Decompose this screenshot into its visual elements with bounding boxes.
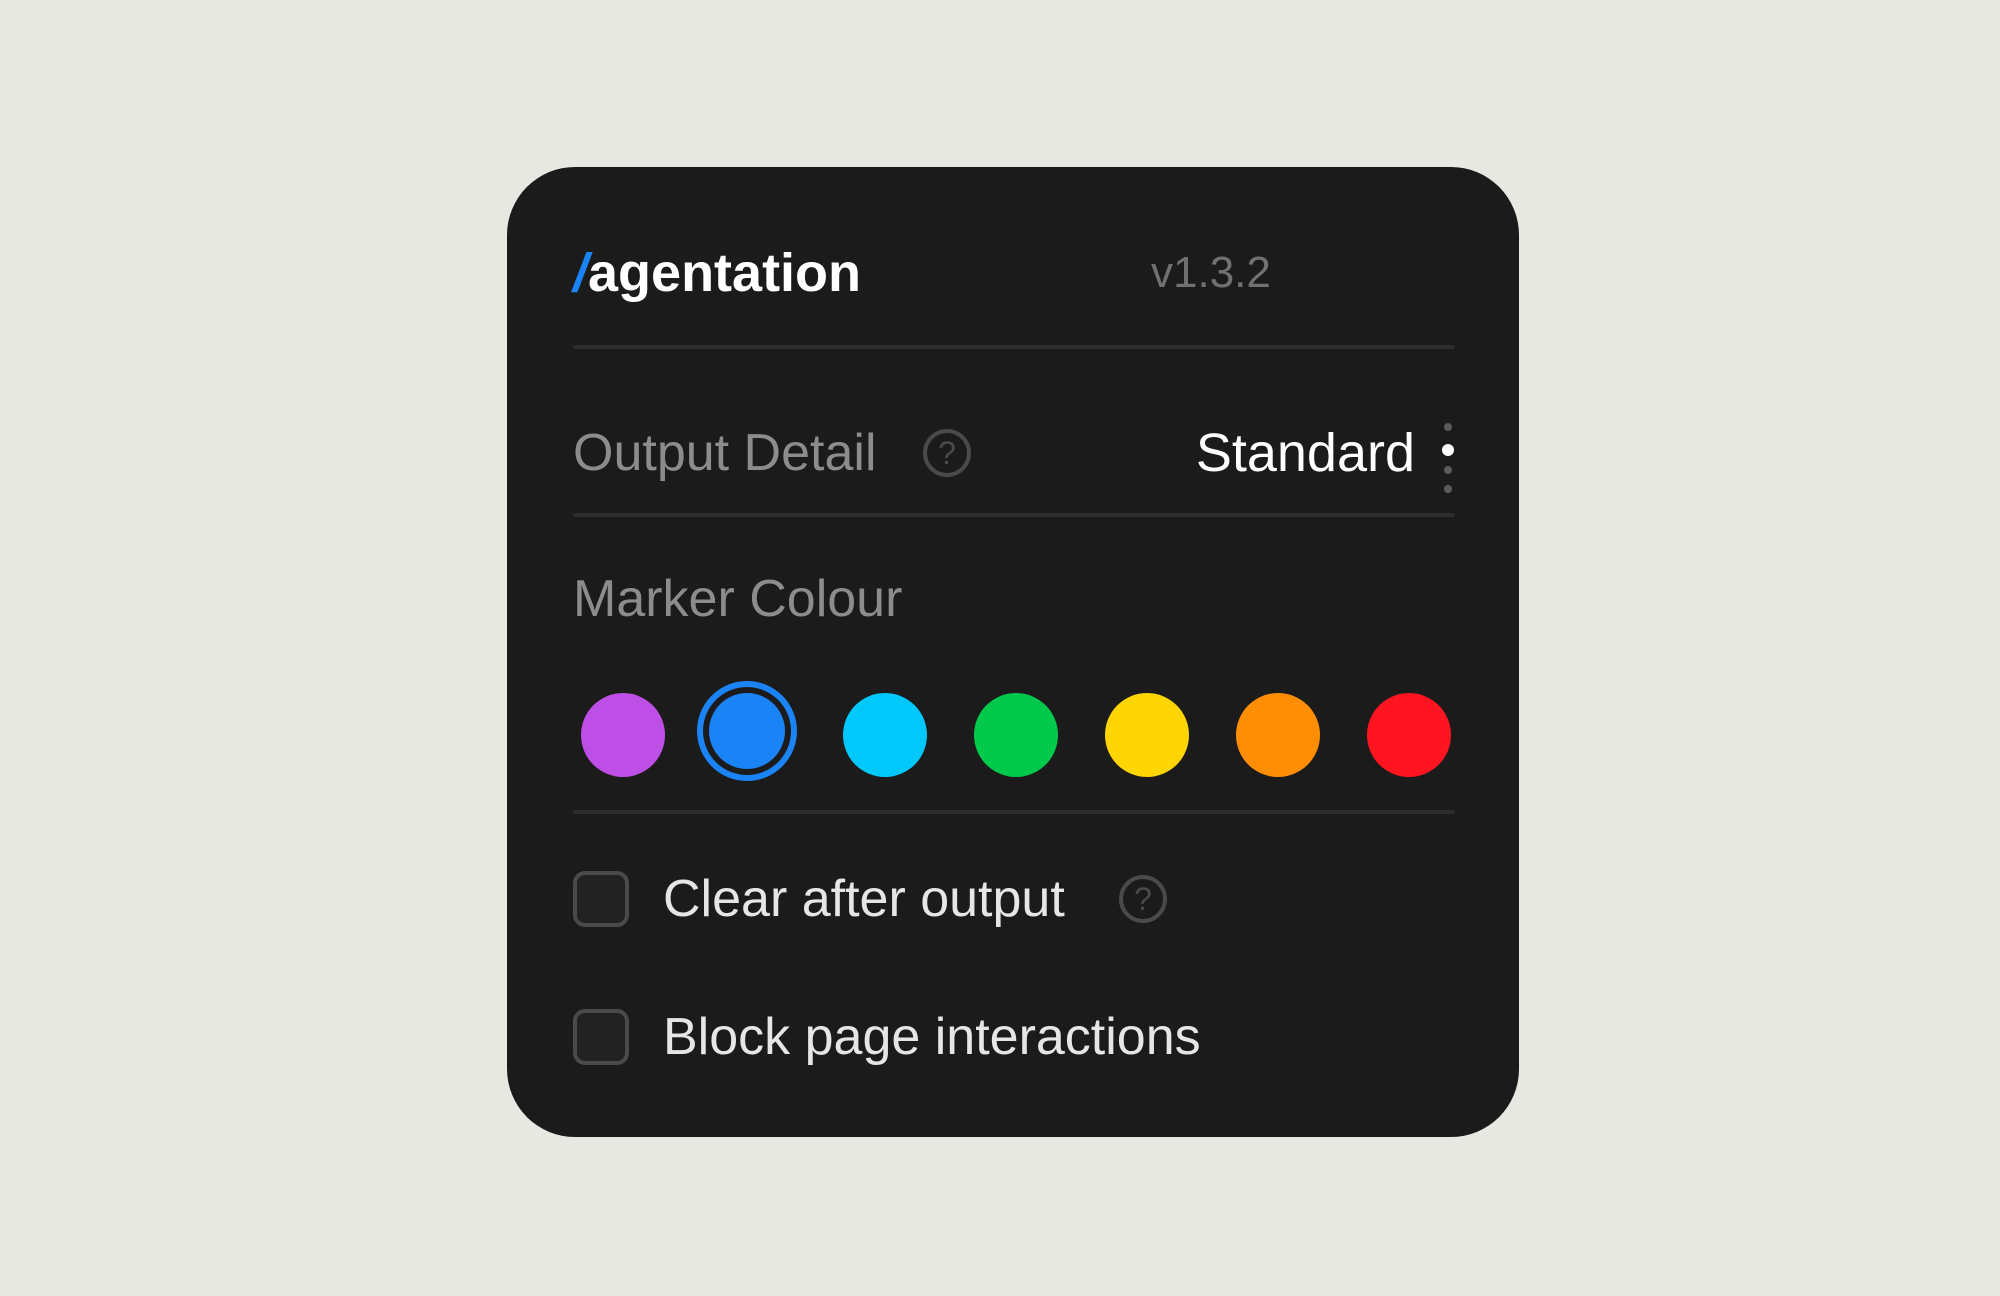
brand-logo: /agentation xyxy=(573,233,861,313)
block-page-interactions-row[interactable]: Block page interactions xyxy=(573,997,1455,1077)
divider xyxy=(573,810,1455,814)
marker-colour-label: Marker Colour xyxy=(573,570,903,628)
swatch-blue[interactable] xyxy=(697,681,797,781)
clear-after-output-checkbox[interactable] xyxy=(573,871,629,927)
swatch-yellow[interactable] xyxy=(1105,693,1189,777)
swatch-cyan[interactable] xyxy=(843,693,927,777)
brand-name: agentation xyxy=(588,243,862,303)
output-detail-label: Output Detail xyxy=(573,424,877,482)
dot-indicator xyxy=(1444,466,1452,474)
swatch-orange[interactable] xyxy=(1236,693,1320,777)
block-page-interactions-label[interactable]: Block page interactions xyxy=(663,997,1201,1077)
clear-after-output-label[interactable]: Clear after output xyxy=(663,859,1065,939)
output-detail-value[interactable]: Standard xyxy=(1196,393,1415,513)
clear-after-output-row[interactable]: Clear after output ? xyxy=(573,859,1455,939)
swatch-purple[interactable] xyxy=(581,693,665,777)
divider xyxy=(573,513,1455,517)
output-detail-help-icon[interactable]: ? xyxy=(923,429,971,477)
divider xyxy=(573,345,1455,349)
panel-header: /agentation v1.3.2 xyxy=(573,233,1453,313)
swatch-red[interactable] xyxy=(1367,693,1451,777)
brand-slash: / xyxy=(573,243,589,303)
block-page-interactions-checkbox[interactable] xyxy=(573,1009,629,1065)
output-detail-row[interactable]: Output Detail ? Standard xyxy=(573,393,1455,513)
dot-indicator xyxy=(1444,423,1452,431)
settings-panel: /agentation v1.3.2 Output Detail ? Stand… xyxy=(507,167,1519,1137)
swatch-blue-fill xyxy=(709,693,785,769)
version-label: v1.3.2 xyxy=(1151,248,1271,297)
dot-indicator xyxy=(1444,485,1452,493)
vertical-dots-icon[interactable] xyxy=(1441,423,1455,493)
swatch-green[interactable] xyxy=(974,693,1058,777)
dot-indicator-active xyxy=(1442,444,1454,456)
colour-swatches xyxy=(573,681,1455,791)
clear-after-output-help-icon[interactable]: ? xyxy=(1119,875,1167,923)
